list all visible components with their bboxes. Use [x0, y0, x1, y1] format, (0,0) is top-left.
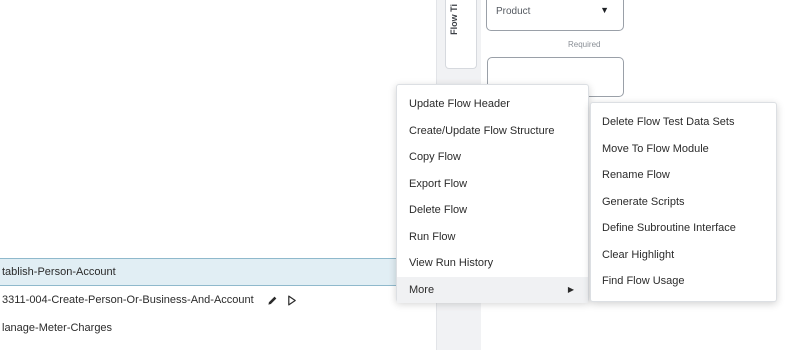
menu-item-run-flow[interactable]: Run Flow: [397, 224, 588, 251]
menu-item-more[interactable]: More ▶: [397, 276, 588, 303]
required-hint: Required: [568, 40, 601, 49]
menu-item-clear-highlight[interactable]: Clear Highlight: [591, 242, 776, 269]
menu-item-update-flow-header[interactable]: Update Flow Header: [397, 91, 588, 118]
menu-item-export-flow[interactable]: Export Flow: [397, 171, 588, 198]
pencil-icon[interactable]: [267, 286, 278, 314]
flow-context-menu: Update Flow Header Create/Update Flow St…: [396, 84, 589, 303]
menu-item-generate-scripts[interactable]: Generate Scripts: [591, 189, 776, 216]
more-submenu: Delete Flow Test Data Sets Move To Flow …: [590, 102, 777, 302]
flow-list: tablish-Person-Account 3311-004-Create-P…: [0, 258, 436, 342]
play-icon[interactable]: [287, 286, 297, 314]
row-actions: [267, 286, 303, 314]
menu-item-copy-flow[interactable]: Copy Flow: [397, 144, 588, 171]
menu-item-define-subroutine-interface[interactable]: Define Subroutine Interface: [591, 215, 776, 242]
menu-item-delete-flow-test-data-sets[interactable]: Delete Flow Test Data Sets: [591, 109, 776, 136]
flow-list-item[interactable]: lanage-Meter-Charges: [0, 314, 436, 342]
product-select[interactable]: Product ▼: [486, 0, 624, 31]
product-select-value: Product: [496, 6, 531, 17]
chevron-right-icon: ▶: [567, 284, 574, 294]
menu-item-delete-flow[interactable]: Delete Flow: [397, 197, 588, 224]
menu-item-create-update-flow-structure[interactable]: Create/Update Flow Structure: [397, 118, 588, 145]
flow-item-label: 3311-004-Create-Person-Or-Business-And-A…: [2, 294, 254, 306]
menu-item-more-label: More: [409, 283, 435, 296]
flow-item-label: tablish-Person-Account: [2, 266, 116, 278]
flow-editor-page: Flow Ti Product ▼ Required tablish-Perso…: [0, 0, 800, 350]
flow-list-item-selected[interactable]: tablish-Person-Account: [0, 258, 436, 286]
menu-item-rename-flow[interactable]: Rename Flow: [591, 162, 776, 189]
flow-item-label: lanage-Meter-Charges: [2, 322, 113, 334]
tab-flow-title-label: Flow Ti: [449, 4, 459, 35]
flow-list-item[interactable]: 3311-004-Create-Person-Or-Business-And-A…: [0, 286, 436, 314]
menu-item-move-to-flow-module[interactable]: Move To Flow Module: [591, 136, 776, 163]
menu-item-view-run-history[interactable]: View Run History: [397, 250, 588, 277]
tab-flow-title[interactable]: Flow Ti: [445, 0, 477, 69]
menu-item-find-flow-usage[interactable]: Find Flow Usage: [591, 268, 776, 295]
chevron-down-icon: ▼: [600, 5, 609, 15]
